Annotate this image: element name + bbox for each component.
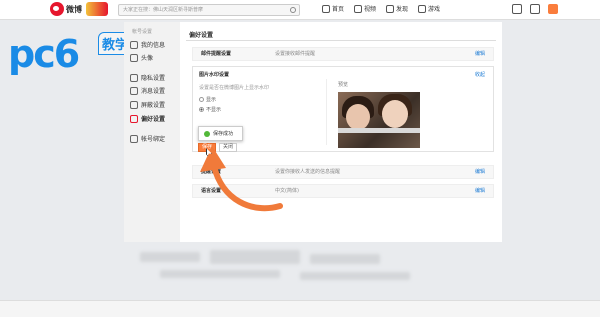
preview-face-right [382, 100, 408, 128]
radio-show[interactable]: 显示 [199, 96, 216, 103]
sidebar-title: 帐号设置 [132, 29, 153, 35]
blur-block [160, 270, 280, 278]
video-icon [354, 4, 363, 13]
preview-rail [338, 128, 420, 133]
blur-block [210, 250, 300, 264]
mail-icon[interactable] [512, 4, 522, 14]
search-input[interactable]: 大家正在搜：佛山天润区新寻斯普摩 [118, 4, 300, 16]
sidebar-item-my-info[interactable]: 我的信息 [130, 40, 165, 49]
top-bar: 微博 大家正在搜：佛山天润区新寻斯普摩 首页 视频 发现 游戏 [0, 0, 600, 20]
blur-block [310, 254, 380, 264]
lock-icon [130, 73, 138, 82]
sidebar-item-privacy[interactable]: 隐私设置 [130, 73, 165, 82]
page-title: 偏好设置 [189, 32, 214, 39]
settings-sidebar: 帐号设置 我的信息 头像 隐私设置 消息设置 屏蔽设置 偏好设置 帐号绑定 [124, 22, 180, 242]
nav-home-label: 首页 [332, 6, 345, 13]
sidebar-item-messages[interactable]: 消息设置 [130, 86, 165, 95]
nav-video[interactable]: 视频 [354, 4, 376, 13]
preference-icon [130, 114, 138, 123]
festive-decoration [86, 2, 108, 16]
row-name: 邮件提醒设置 [201, 51, 232, 57]
message-icon [130, 86, 138, 95]
collapse-link[interactable]: 收起 [475, 71, 485, 78]
title-divider [186, 40, 496, 41]
preview-image [338, 92, 420, 148]
top-right-tools [512, 4, 558, 14]
sidebar-item-label: 隐私设置 [141, 75, 166, 82]
nav-home[interactable]: 首页 [322, 4, 344, 13]
sidebar-item-label: 头像 [141, 55, 154, 62]
radio-label: 显示 [206, 97, 217, 103]
row-email-reminder: 邮件提醒设置 设置接收邮件提醒 编辑 [192, 47, 494, 61]
nav-video-label: 视频 [364, 6, 377, 13]
gear-icon[interactable] [530, 4, 540, 14]
block-icon [130, 100, 138, 109]
nav-discover[interactable]: 发现 [386, 4, 408, 13]
discover-icon [386, 4, 395, 13]
sidebar-item-label: 帐号绑定 [141, 136, 166, 143]
sidebar-item-label: 屏蔽设置 [141, 102, 166, 109]
top-nav: 首页 视频 发现 游戏 [322, 4, 440, 13]
sidebar-item-avatar[interactable]: 头像 [130, 53, 153, 62]
save-success-toast: 保存成功 [198, 126, 243, 141]
weibo-eye-icon [50, 2, 64, 16]
nav-game-label: 游戏 [428, 6, 441, 13]
home-icon [322, 4, 330, 13]
edit-link[interactable]: 编辑 [475, 48, 485, 60]
sidebar-item-account-binding[interactable]: 帐号绑定 [130, 134, 165, 143]
sidebar-item-preferences[interactable]: 偏好设置 [130, 114, 165, 123]
blur-block [300, 272, 410, 280]
avatar-icon [130, 53, 138, 62]
radio-circle [199, 97, 204, 102]
weibo-logo[interactable]: 微博 [50, 2, 108, 16]
search-icon[interactable] [290, 7, 296, 13]
edit-link[interactable]: 编辑 [475, 166, 485, 178]
panel-divider [326, 79, 327, 145]
blurred-content [140, 250, 440, 290]
logo-text: 微博 [66, 4, 82, 14]
blur-block [140, 252, 200, 262]
game-icon [418, 4, 427, 13]
user-icon [130, 40, 138, 49]
radio-hide[interactable]: 不显示 [199, 106, 221, 113]
search-placeholder: 大家正在搜：佛山天润区新寻斯普摩 [123, 7, 204, 13]
edit-link[interactable]: 编辑 [475, 185, 485, 197]
nav-discover-label: 发现 [396, 6, 409, 13]
compose-icon[interactable] [548, 4, 558, 14]
row-desc: 设置接收邮件提醒 [275, 51, 316, 57]
radio-label: 不显示 [206, 107, 222, 113]
sidebar-item-label: 消息设置 [141, 88, 166, 95]
toast-text: 保存成功 [213, 131, 234, 137]
check-icon [204, 130, 210, 137]
sidebar-item-label: 偏好设置 [141, 116, 166, 123]
radio-circle-selected [199, 107, 204, 112]
sidebar-item-label: 我的信息 [141, 42, 166, 49]
preview-label: 预览 [338, 82, 349, 88]
preview-face-left [346, 104, 370, 130]
link-icon [130, 134, 138, 143]
nav-game[interactable]: 游戏 [418, 4, 440, 13]
pc6-logo-text: pc6 [8, 32, 80, 76]
panel-title: 图片水印设置 [199, 72, 230, 78]
panel-description: 设置是否在微博图片上显示水印 [199, 85, 270, 91]
sidebar-item-block[interactable]: 屏蔽设置 [130, 100, 165, 109]
page-footer [0, 300, 600, 317]
